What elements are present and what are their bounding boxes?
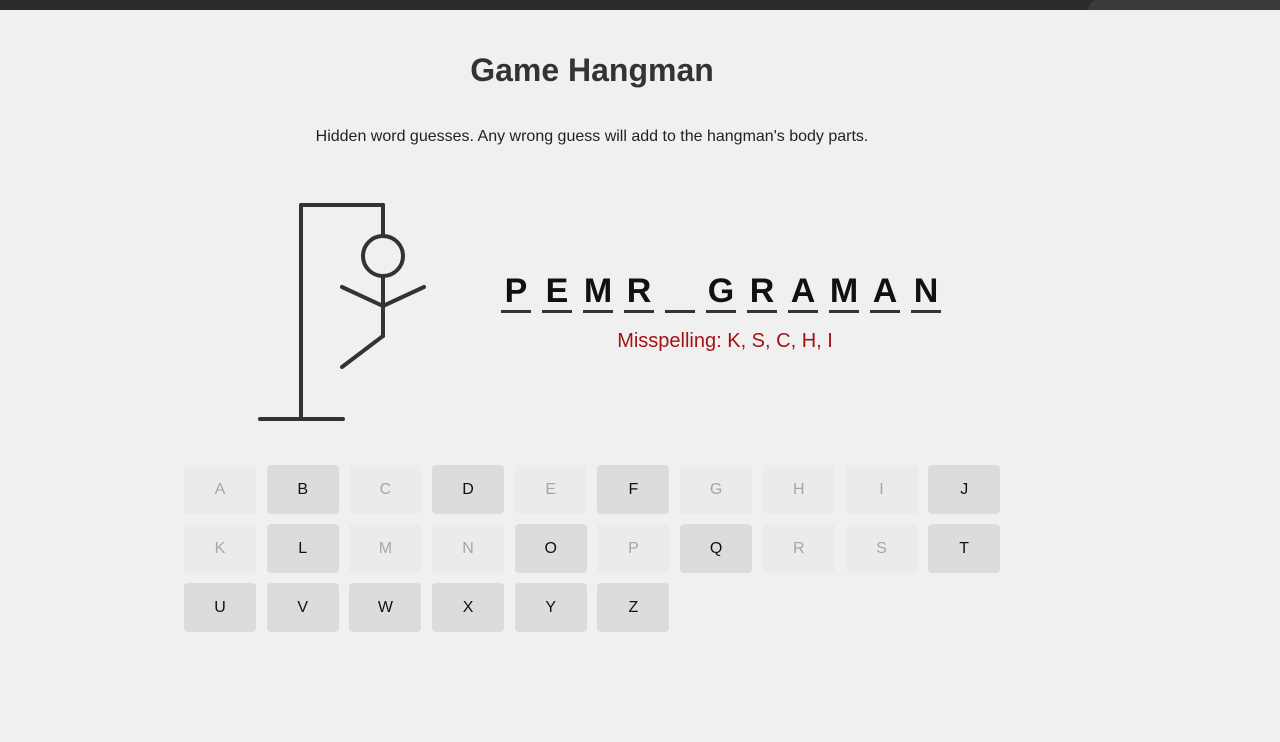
word-letter-slot	[665, 272, 695, 313]
key-i: I	[845, 465, 918, 514]
key-m: M	[349, 524, 422, 573]
key-d[interactable]: D	[432, 465, 505, 514]
hangman-figure	[258, 203, 426, 421]
key-w[interactable]: W	[349, 583, 422, 632]
key-r: R	[762, 524, 835, 573]
key-k: K	[184, 524, 256, 573]
letter-keyboard: ABCDEFGHIJ KLMNOPQRST UVWXYZ	[184, 465, 1004, 632]
key-h: H	[762, 465, 835, 514]
game-instructions: Hidden word guesses. Any wrong guess wil…	[315, 128, 869, 145]
key-g: G	[680, 465, 753, 514]
key-u[interactable]: U	[184, 583, 256, 632]
word-letter-slot: M	[583, 272, 613, 313]
word-letter-slot: A	[788, 272, 818, 313]
key-n: N	[432, 524, 505, 573]
key-e: E	[514, 465, 587, 514]
key-b[interactable]: B	[266, 465, 339, 514]
page-title: Game Hangman	[470, 52, 714, 88]
key-q[interactable]: Q	[680, 524, 753, 573]
key-c: C	[349, 465, 422, 514]
key-y[interactable]: Y	[514, 583, 587, 632]
hidden-word: PEMRGRAMAN	[501, 272, 941, 313]
key-j[interactable]: J	[928, 465, 1001, 514]
key-z[interactable]: Z	[597, 583, 670, 632]
key-s: S	[845, 524, 918, 573]
hangman-right-arm	[381, 285, 426, 308]
word-letter-slot: P	[501, 272, 531, 313]
key-x[interactable]: X	[432, 583, 505, 632]
word-letter-slot: A	[870, 272, 900, 313]
hangman-left-leg	[340, 334, 385, 369]
key-f[interactable]: F	[597, 465, 670, 514]
key-a: A	[184, 465, 256, 514]
hangman-left-arm	[340, 285, 385, 308]
key-o[interactable]: O	[514, 524, 587, 573]
key-l[interactable]: L	[266, 524, 339, 573]
word-letter-slot: R	[624, 272, 654, 313]
word-letter-slot: N	[911, 272, 941, 313]
key-v[interactable]: V	[266, 583, 339, 632]
hangman-head	[361, 234, 405, 278]
word-letter-slot: M	[829, 272, 859, 313]
key-p: P	[597, 524, 670, 573]
word-letter-slot: R	[747, 272, 777, 313]
wrong-guesses-text: Misspelling: K, S, C, H, I	[617, 330, 833, 352]
word-letter-slot: G	[706, 272, 736, 313]
key-t[interactable]: T	[928, 524, 1001, 573]
browser-top-bar	[0, 0, 1280, 10]
word-letter-slot: E	[542, 272, 572, 313]
